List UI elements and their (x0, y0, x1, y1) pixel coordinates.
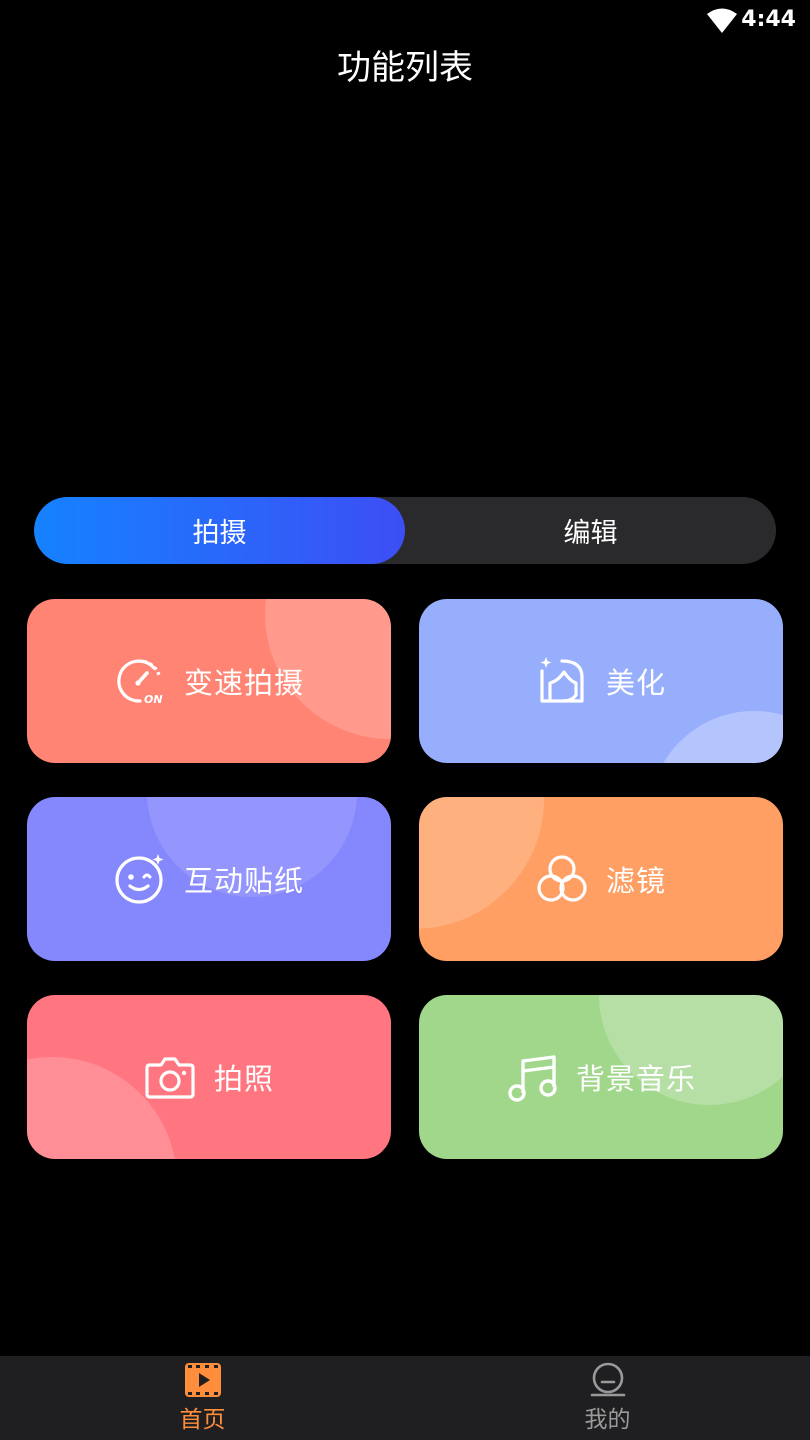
nav-label-home: 首页 (179, 1407, 226, 1433)
nav-label-profile: 我的 (584, 1407, 631, 1433)
feature-card-speed-shoot[interactable]: ON 变速拍摄 (27, 599, 391, 763)
feature-label: 互动贴纸 (183, 864, 304, 898)
smiley-sticker-icon (115, 854, 164, 904)
feature-card-filter[interactable]: 滤镜 (419, 797, 783, 961)
nav-item-home[interactable]: 首页 (0, 1356, 405, 1440)
feature-label: 滤镜 (605, 864, 666, 898)
feature-card-bgm[interactable]: 背景音乐 (419, 995, 783, 1159)
feature-card-beautify[interactable]: 美化 (419, 599, 783, 763)
feature-label: 背景音乐 (575, 1062, 696, 1096)
camera-icon (145, 1057, 195, 1099)
video-play-icon (184, 1363, 221, 1397)
feature-label: 美化 (605, 666, 666, 700)
filter-circles-icon (537, 855, 587, 902)
svg-text:ON: ON (144, 693, 163, 706)
tab-shoot[interactable]: 拍摄 (34, 497, 405, 564)
speed-dial-icon: ON (117, 659, 163, 706)
status-time: 4:44 (741, 7, 796, 32)
feature-label: 拍照 (213, 1062, 274, 1096)
page-title: 功能列表 (337, 48, 473, 88)
mode-tab-switch: 拍摄 编辑 (34, 497, 776, 564)
tab-shoot-label: 拍摄 (192, 518, 247, 549)
nav-item-profile[interactable]: 我的 (405, 1356, 810, 1440)
card-decoration (419, 797, 544, 929)
feature-card-sticker[interactable]: 互动贴纸 (27, 797, 391, 961)
music-note-icon (508, 1055, 557, 1102)
feature-label: 变速拍摄 (183, 666, 304, 700)
bottom-nav: 首页 我的 (0, 1356, 810, 1440)
tab-edit-label: 编辑 (563, 518, 618, 549)
wifi-icon (707, 8, 737, 33)
card-decoration (649, 711, 783, 763)
tab-edit[interactable]: 编辑 (405, 497, 776, 564)
status-bar: 4:44 (0, 0, 810, 44)
face-beauty-icon (540, 657, 584, 703)
profile-icon (590, 1362, 625, 1397)
feature-card-photo[interactable]: 拍照 (27, 995, 391, 1159)
